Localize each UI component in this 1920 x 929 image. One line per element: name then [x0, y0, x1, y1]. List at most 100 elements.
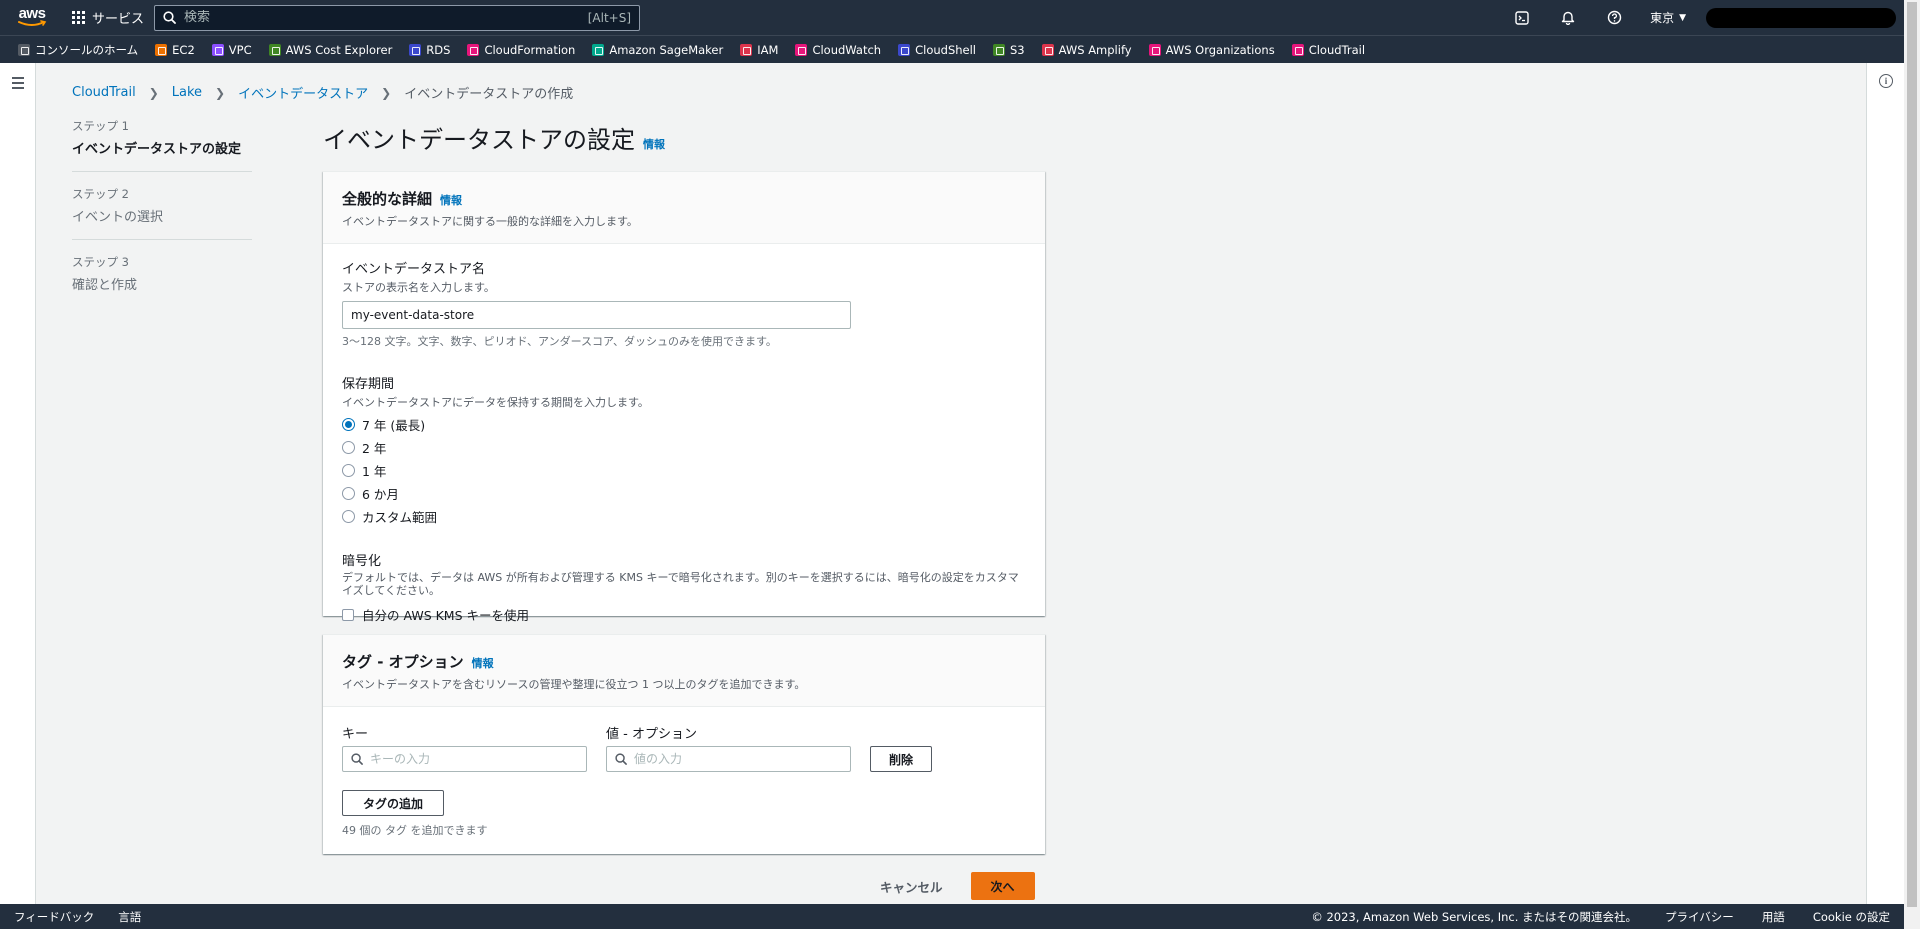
breadcrumb-lake[interactable]: Lake	[172, 85, 202, 100]
tags-info-link[interactable]: 情報	[472, 655, 494, 671]
global-search-box[interactable]: [Alt+S]	[154, 4, 641, 31]
favorite-vpc[interactable]: VPC	[211, 43, 252, 57]
store-name-constraint: 3～128 文字。文字、数字、ピリオド、アンダースコア、ダッシュのみを使用できま…	[342, 335, 777, 348]
general-details-header: 全般的な詳細 情報 イベントデータストアに関する一般的な詳細を入力します。	[323, 172, 1045, 244]
step-name: イベントデータストアの設定	[72, 142, 242, 157]
search-icon	[615, 753, 627, 765]
side-navigation-collapsed	[0, 63, 36, 904]
general-details-body: イベントデータストア名 ストアの表示名を入力します。 3～128 文字。文字、数…	[323, 244, 1045, 640]
favorite-ec2[interactable]: EC2	[155, 43, 195, 57]
retention-label: 保存期間	[342, 377, 395, 392]
retention-option-2-years[interactable]: 2 年	[342, 436, 1026, 459]
kms-key-checkbox-label: 自分の AWS KMS キーを使用	[362, 608, 529, 623]
radio-label: 7 年 (最長)	[362, 418, 426, 433]
radio-icon[interactable]	[342, 464, 355, 477]
favorite-cloudshell[interactable]: CloudShell	[898, 43, 976, 57]
tag-key-label: キー	[342, 727, 369, 742]
ec2-icon	[155, 43, 168, 56]
remove-tag-button[interactable]: 削除	[870, 746, 932, 772]
breadcrumb-event-data-stores[interactable]: イベントデータストア	[238, 83, 368, 102]
tag-value-field[interactable]	[606, 746, 851, 772]
rds-icon	[409, 43, 422, 56]
step-number: ステップ 2	[72, 187, 129, 201]
wizard-step-1[interactable]: ステップ 1 イベントデータストアの設定	[72, 118, 252, 172]
store-name-input[interactable]	[342, 301, 851, 329]
top-navigation: aws サービス [Alt+S]	[0, 0, 1904, 35]
tag-row: キー 値 - オプション	[342, 723, 1026, 772]
iam-icon	[740, 43, 753, 56]
favorite-sagemaker[interactable]: Amazon SageMaker	[592, 43, 723, 57]
tags-title: タグ - オプション	[342, 653, 464, 671]
breadcrumb-cloudtrail[interactable]: CloudTrail	[72, 85, 136, 100]
scrollbar-thumb[interactable]	[1907, 2, 1917, 907]
cloudshell-button[interactable]	[1512, 8, 1532, 28]
tag-value-input[interactable]	[634, 752, 842, 766]
wizard-steps: ステップ 1 イベントデータストアの設定 ステップ 2 イベントの選択 ステップ…	[72, 118, 252, 321]
terms-link[interactable]: 用語	[1762, 909, 1785, 925]
console-footer: フィードバック 言語 © 2023, Amazon Web Services, …	[0, 904, 1904, 929]
page-title: イベントデータストアの設定	[323, 126, 635, 154]
page-info-link[interactable]: 情報	[643, 136, 665, 152]
notifications-button[interactable]	[1558, 8, 1578, 28]
retention-option-7-years[interactable]: 7 年 (最長)	[342, 413, 1026, 436]
general-details-info-link[interactable]: 情報	[440, 192, 462, 208]
retention-option-6-months[interactable]: 6 か月	[342, 482, 1026, 505]
next-button[interactable]: 次へ	[970, 872, 1035, 900]
aws-logo[interactable]: aws	[14, 5, 50, 28]
tag-key-input[interactable]	[370, 752, 578, 766]
services-menu-button[interactable]: サービス	[72, 8, 144, 27]
favorite-cost-explorer[interactable]: AWS Cost Explorer	[268, 43, 392, 57]
favorite-organizations[interactable]: AWS Organizations	[1148, 43, 1275, 57]
step-number: ステップ 3	[72, 255, 129, 269]
kms-key-checkbox-row[interactable]: 自分の AWS KMS キーを使用	[342, 605, 1026, 624]
bell-icon	[1561, 11, 1575, 25]
favorite-s3[interactable]: S3	[993, 43, 1025, 57]
favorites-bar: コンソールのホーム EC2 VPC AWS Cost Explorer RDS …	[0, 35, 1904, 63]
add-tag-button[interactable]: タグの追加	[342, 790, 444, 816]
wizard-step-3: ステップ 3 確認と作成	[72, 254, 252, 307]
general-details-title: 全般的な詳細	[342, 190, 433, 208]
favorite-rds[interactable]: RDS	[409, 43, 450, 57]
radio-icon[interactable]	[342, 510, 355, 523]
cost-explorer-icon	[268, 43, 281, 56]
cloudwatch-icon	[795, 43, 808, 56]
cloudshell-icon	[898, 43, 911, 56]
account-menu-redacted[interactable]	[1706, 7, 1896, 28]
search-icon	[351, 753, 363, 765]
aws-logo-text: aws	[18, 5, 46, 22]
page-scrollbar[interactable]	[1904, 0, 1920, 929]
favorite-cloudwatch[interactable]: CloudWatch	[795, 43, 881, 57]
kms-key-checkbox[interactable]	[342, 608, 354, 621]
tag-key-field[interactable]	[342, 746, 587, 772]
hamburger-menu-icon[interactable]	[12, 77, 24, 92]
favorite-cloudtrail[interactable]: CloudTrail	[1291, 43, 1365, 57]
feedback-link[interactable]: フィードバック	[14, 909, 94, 925]
radio-checked-icon[interactable]	[342, 418, 355, 431]
tags-header: タグ - オプション 情報 イベントデータストアを含むリソースの管理や整理に役立…	[323, 635, 1045, 707]
page-header: イベントデータストアの設定 情報	[323, 120, 665, 155]
favorite-console-home[interactable]: コンソールのホーム	[18, 42, 138, 58]
encryption-description: デフォルトでは、データは AWS が所有および管理する KMS キーで暗号化され…	[342, 571, 1019, 597]
favorite-cloudformation[interactable]: CloudFormation	[467, 43, 575, 57]
tags-remaining-hint: 49 個の タグ を追加できます	[342, 824, 488, 837]
wizard-actions: キャンセル 次へ	[880, 872, 1035, 900]
region-selector[interactable]: 東京 ▼	[1650, 9, 1686, 26]
retention-option-1-year[interactable]: 1 年	[342, 459, 1026, 482]
aws-smile-icon	[18, 20, 47, 26]
language-link[interactable]: 言語	[118, 909, 141, 925]
favorite-iam[interactable]: IAM	[740, 43, 778, 57]
nav-right-group: 東京 ▼	[1486, 7, 1904, 28]
step-name: イベントの選択	[72, 210, 164, 225]
radio-icon[interactable]	[342, 487, 355, 500]
retention-option-custom[interactable]: カスタム範囲	[342, 505, 1026, 528]
radio-icon[interactable]	[342, 441, 355, 454]
cancel-button[interactable]: キャンセル	[880, 877, 943, 896]
global-search-input[interactable]	[184, 10, 588, 25]
general-details-panel: 全般的な詳細 情報 イベントデータストアに関する一般的な詳細を入力します。 イベ…	[323, 171, 1045, 623]
tags-panel: タグ - オプション 情報 イベントデータストアを含むリソースの管理や整理に役立…	[323, 634, 1045, 854]
privacy-link[interactable]: プライバシー	[1665, 909, 1734, 925]
info-panel-icon[interactable]: i	[1879, 74, 1893, 88]
favorite-amplify[interactable]: AWS Amplify	[1041, 43, 1132, 57]
help-button[interactable]	[1604, 8, 1624, 28]
cookie-settings-link[interactable]: Cookie の設定	[1813, 909, 1890, 925]
